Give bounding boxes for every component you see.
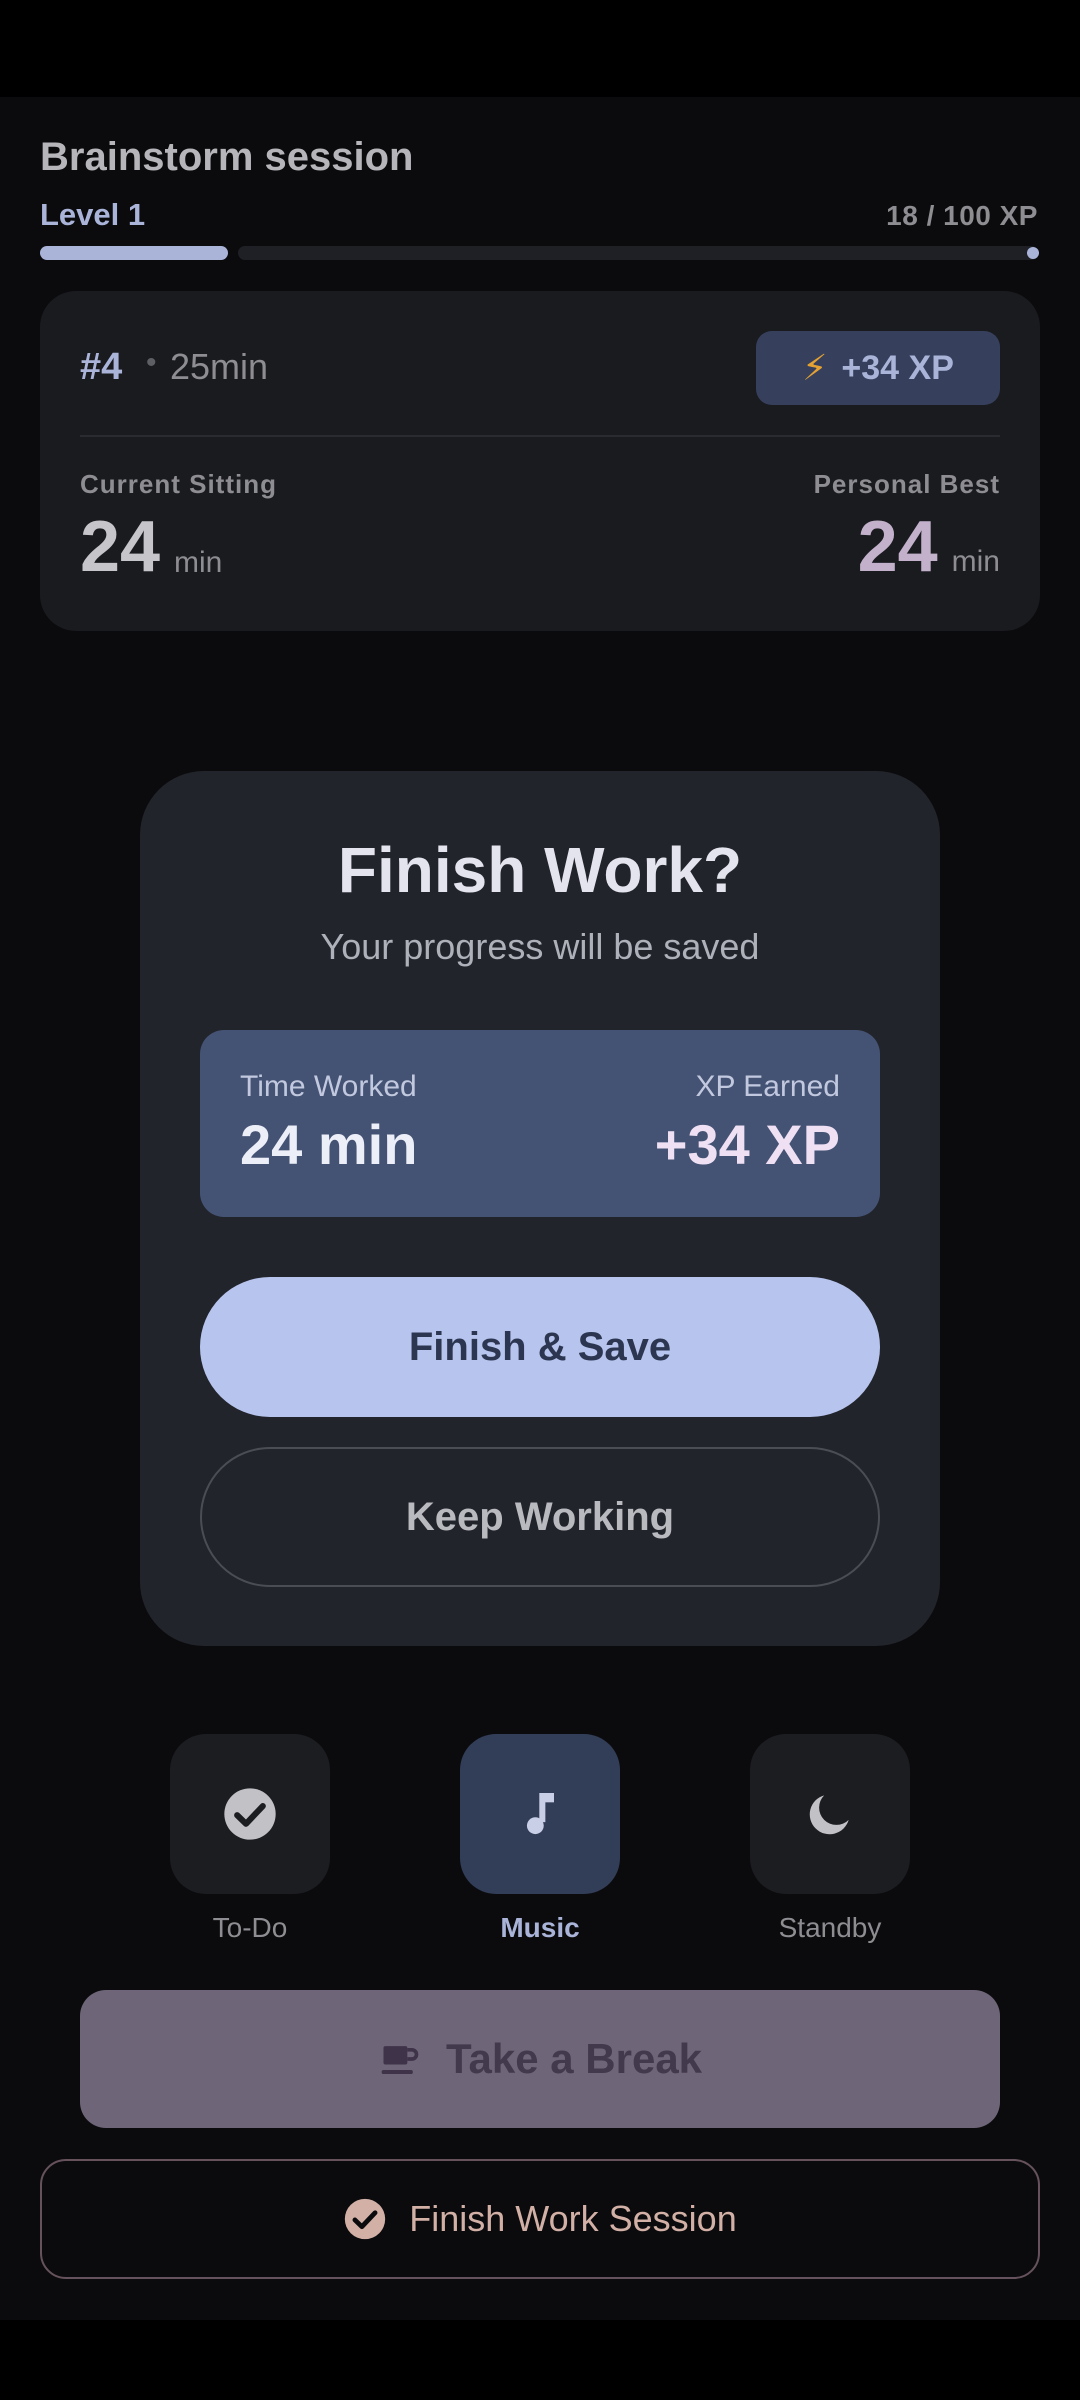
finish-work-session-button[interactable]: Finish Work Session (40, 2159, 1040, 2279)
current-sitting-label: Current Sitting (80, 469, 277, 499)
separator-dot: • (146, 346, 157, 379)
xp-badge-value: +34 XP (841, 348, 954, 387)
xp-progress-fill (40, 246, 228, 260)
lightning-bolt-icon: ⚡ (802, 347, 828, 388)
take-break-button[interactable]: Take a Break (80, 1990, 1000, 2128)
personal-best-value: 24 (857, 507, 938, 587)
finish-save-button[interactable]: Finish & Save (200, 1277, 880, 1417)
current-sitting-value: 24 (80, 507, 161, 587)
card-divider (80, 435, 1000, 437)
dialog-subtitle: Your progress will be saved (320, 926, 760, 967)
xp-earned-value: +34 XP (654, 1113, 840, 1176)
personal-best-unit: min (951, 545, 1000, 578)
check-circle-icon (345, 2198, 386, 2240)
moon-icon (809, 1795, 849, 1835)
music-label: Music (500, 1912, 580, 1943)
check-circle-icon (224, 1788, 276, 1840)
xp-progress-track (238, 246, 1038, 260)
coffee-cup-icon (381, 2046, 419, 2075)
personal-best-label: Personal Best (813, 469, 1000, 499)
todo-label: To-Do (212, 1912, 288, 1943)
personal-best: 24 min (858, 506, 1000, 588)
dialog-title: Finish Work? (337, 834, 743, 906)
xp-progress-text: 18 / 100 XP (886, 200, 1038, 231)
time-worked-label: Time Worked (240, 1070, 417, 1103)
keep-working-button[interactable]: Keep Working (200, 1447, 880, 1587)
level-label: Level 1 (40, 197, 146, 232)
status-bar (0, 0, 1080, 97)
xp-badge: ⚡ +34 XP (756, 331, 1000, 405)
navigation-bar (0, 2320, 1080, 2400)
session-number: #4 (80, 346, 123, 388)
xp-progress-end-dot (1027, 247, 1039, 259)
take-break-label: Take a Break (445, 2035, 703, 2082)
session-summary: Time Worked 24 min XP Earned +34 XP (200, 1030, 880, 1217)
standby-label: Standby (778, 1912, 882, 1943)
music-note-icon (526, 1793, 554, 1835)
xp-earned-label: XP Earned (695, 1070, 840, 1103)
finish-work-dialog: Finish Work? Your progress will be saved… (140, 771, 940, 1646)
session-duration: 25min (170, 346, 269, 387)
finish-work-session-label: Finish Work Session (409, 2198, 737, 2239)
session-stats-card: #4 • 25min ⚡ +34 XP Current Sitting Pers… (40, 291, 1040, 631)
current-sitting-unit: min (174, 546, 223, 579)
todo-button[interactable] (170, 1734, 330, 1894)
session-title: Brainstorm session (40, 135, 414, 179)
standby-button[interactable] (750, 1734, 910, 1894)
time-worked-value: 24 min (240, 1113, 418, 1176)
music-button[interactable] (460, 1734, 620, 1894)
